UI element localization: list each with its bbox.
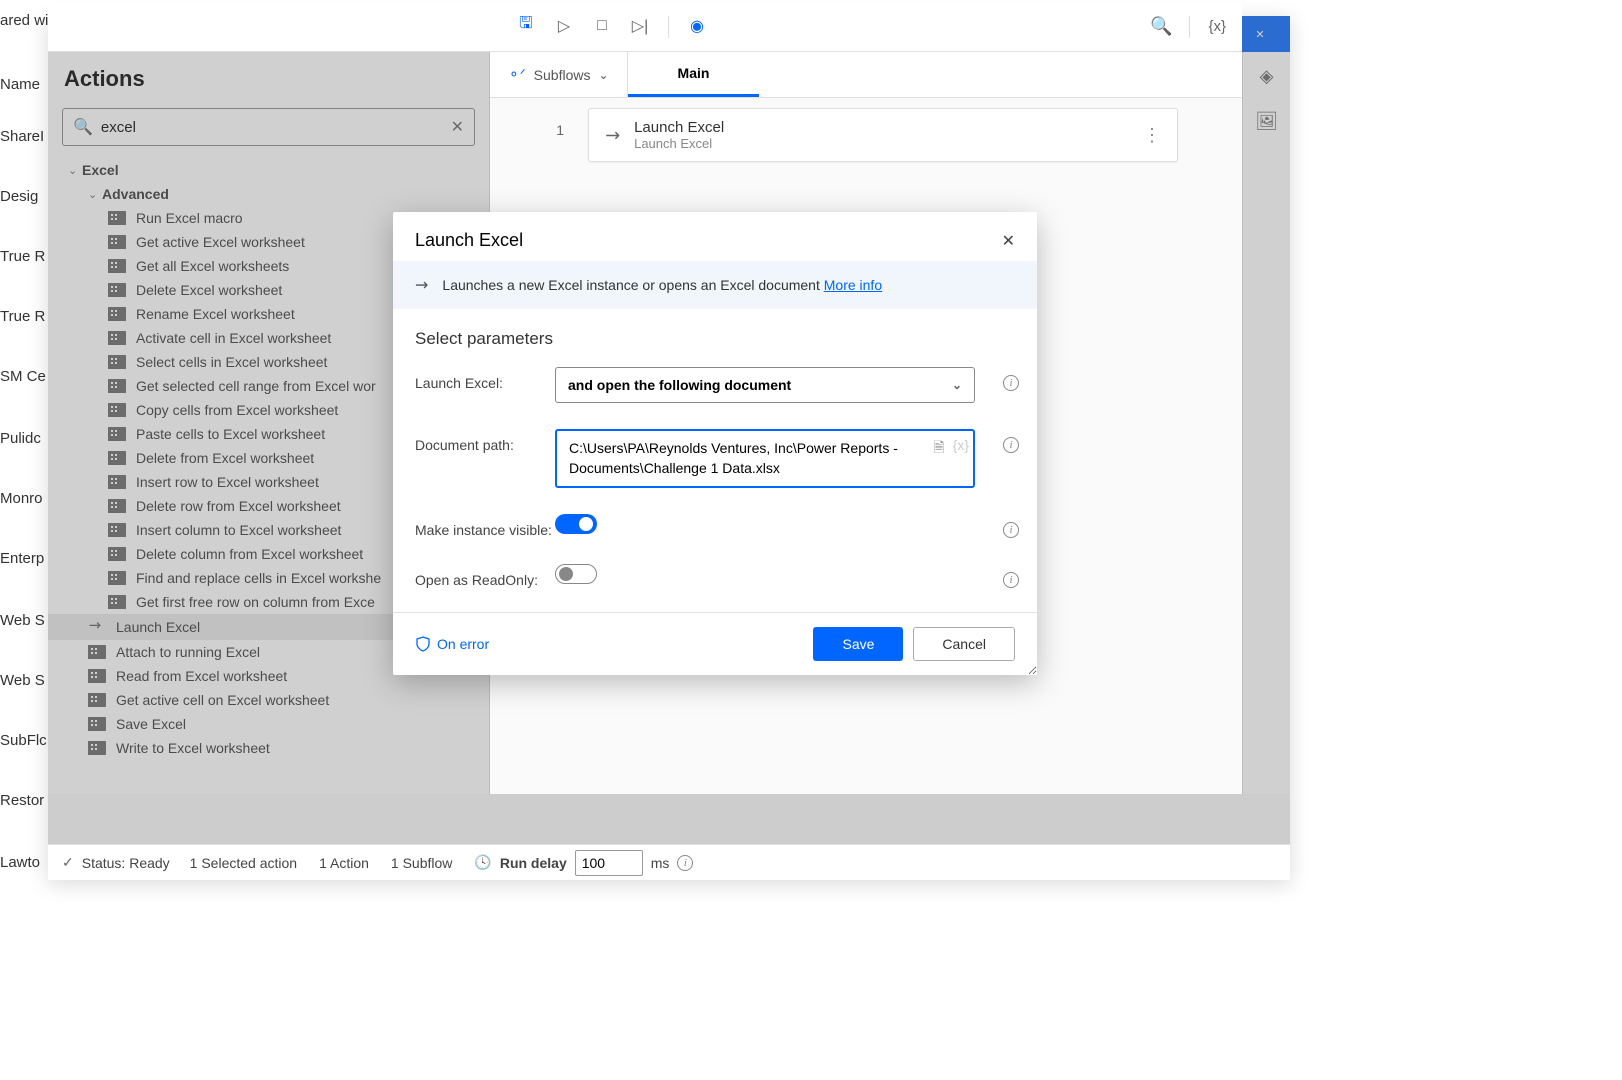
background-text: Enterp — [0, 550, 44, 567]
info-icon[interactable]: i — [1003, 437, 1019, 453]
more-icon[interactable]: ⋮ — [1143, 125, 1161, 146]
shield-icon — [415, 636, 431, 652]
on-error-button[interactable]: On error — [415, 636, 489, 652]
section-title: Select parameters — [415, 329, 1015, 349]
background-text: True R — [0, 308, 45, 325]
background-text: Web S — [0, 612, 45, 629]
launch-excel-select[interactable]: and open the following document ⌄ — [555, 367, 975, 403]
background-text: True R — [0, 248, 45, 265]
ms-label: ms — [651, 855, 670, 871]
stop-icon[interactable]: □ — [592, 16, 612, 36]
dialog-footer: On error Save Cancel — [393, 612, 1037, 675]
background-text: Pulidc — [0, 430, 41, 447]
background-text: SubFlc — [0, 732, 47, 749]
info-icon[interactable]: i — [1003, 375, 1019, 391]
save-icon[interactable]: 🖫 — [516, 16, 536, 36]
background-text: SM Ce — [0, 368, 46, 385]
background-text: Restor — [0, 792, 44, 809]
launch-icon: ↗ — [410, 273, 434, 297]
background-text: Monro — [0, 490, 43, 507]
action-card-launch-excel[interactable]: ↗ Launch Excel Launch Excel ⋮ — [588, 108, 1178, 162]
label-launch-excel: Launch Excel: — [415, 367, 555, 391]
power-automate-window: FileEditDebugToolsViewHelp SharePoint Te… — [48, 16, 1290, 880]
file-picker-icon[interactable]: 🗎 — [933, 437, 944, 461]
label-make-visible: Make instance visible: — [415, 514, 555, 538]
toolbar: 🖫 ▷ □ ▷| ◉ 🔍 {x} — [48, 2, 1242, 52]
label-readonly: Open as ReadOnly: — [415, 564, 555, 588]
step-icon[interactable]: ▷| — [630, 16, 650, 36]
background-text: ShareI — [0, 128, 44, 145]
dialog-info-banner: ↗ Launches a new Excel instance or opens… — [393, 261, 1037, 309]
status-subflows: 1 Subflow — [391, 855, 452, 871]
info-icon[interactable]: i — [1003, 572, 1019, 588]
statusbar: ✓ Status: Ready 1 Selected action 1 Acti… — [48, 844, 1290, 880]
make-visible-toggle[interactable] — [555, 514, 597, 534]
variable-icon[interactable]: {x} — [953, 437, 969, 461]
dialog-header: Launch Excel ✕ — [393, 212, 1037, 261]
tab-main[interactable]: Main — [628, 52, 760, 97]
info-icon[interactable]: i — [677, 855, 693, 871]
more-info-link[interactable]: More info — [824, 277, 882, 293]
info-icon[interactable]: i — [1003, 522, 1019, 538]
record-icon[interactable]: ◉ — [687, 16, 707, 36]
status-actions: 1 Action — [319, 855, 369, 871]
dialog-close-button[interactable]: ✕ — [1002, 231, 1015, 251]
subflows-dropdown[interactable]: ⚬ᐟ Subflows ⌄ — [490, 52, 628, 97]
run-icon[interactable]: ▷ — [554, 16, 574, 36]
subflow-icon: ⚬ᐟ — [508, 66, 526, 83]
chevron-down-icon: ⌄ — [952, 378, 962, 392]
dialog-body: Select parameters Launch Excel: and open… — [393, 309, 1037, 612]
background-text: Desig — [0, 188, 38, 205]
launch-excel-dialog: Launch Excel ✕ ↗ Launches a new Excel in… — [393, 212, 1037, 675]
run-delay-input[interactable] — [575, 850, 643, 876]
action-title: Launch Excel — [634, 119, 724, 136]
chevron-down-icon: ⌄ — [598, 68, 608, 82]
save-button[interactable]: Save — [813, 627, 903, 661]
label-document-path: Document path: — [415, 429, 555, 453]
background-text: Lawto — [0, 854, 40, 871]
action-subtitle: Launch Excel — [634, 136, 724, 151]
readonly-toggle[interactable] — [555, 564, 597, 584]
status-ok-icon: ✓ — [62, 854, 74, 871]
search-icon[interactable]: 🔍 — [1151, 17, 1171, 37]
background-text: Name — [0, 76, 40, 93]
run-delay-label: Run delay — [500, 855, 567, 871]
info-text: Launches a new Excel instance or opens a… — [442, 277, 823, 293]
background-text: Web S — [0, 672, 45, 689]
launch-icon: ↗ — [600, 122, 626, 148]
background-left-column: ared with meNameShareIDesigTrue RTrue RS… — [0, 0, 48, 1080]
tabs-row: ⚬ᐟ Subflows ⌄ Main — [490, 52, 1242, 98]
cancel-button[interactable]: Cancel — [913, 627, 1015, 661]
status-ready: Status: Ready — [82, 855, 170, 871]
clock-icon: 🕓 — [474, 854, 491, 871]
dialog-title: Launch Excel — [415, 230, 523, 251]
status-selected: 1 Selected action — [190, 855, 297, 871]
document-path-input[interactable]: C:\Users\PA\Reynolds Ventures, Inc\Power… — [555, 429, 975, 488]
variables-panel-toggle[interactable]: {x} — [1208, 18, 1226, 35]
